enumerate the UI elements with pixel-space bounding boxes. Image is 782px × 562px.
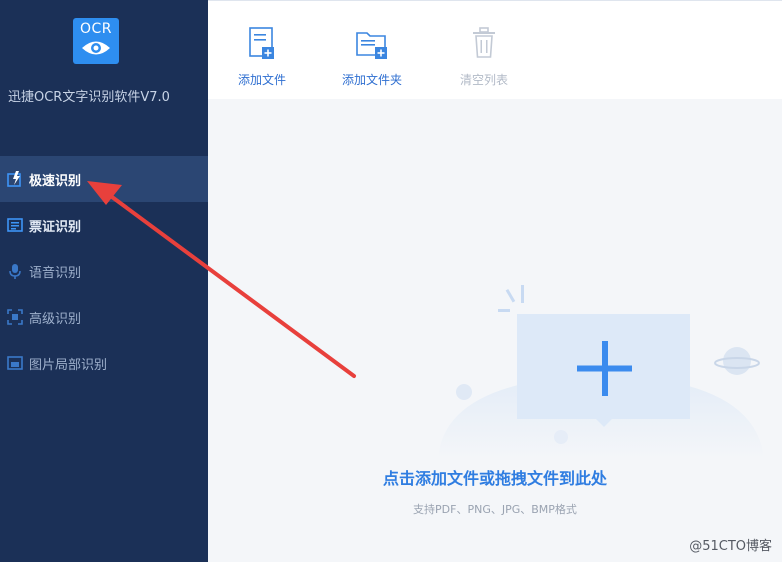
add-file-button[interactable]: 添加文件	[222, 25, 302, 88]
drop-zone-subtitle: 支持PDF、PNG、JPG、BMP格式	[413, 503, 577, 516]
drop-zone-illustration	[438, 285, 764, 459]
eye-icon	[82, 41, 110, 55]
add-file-label: 添加文件	[237, 73, 286, 87]
sidebar-item-label: 语音识别	[29, 265, 82, 281]
advanced-scan-icon	[7, 309, 23, 325]
fast-recognition-icon	[7, 171, 23, 187]
add-folder-button[interactable]: 添加文件夹	[332, 25, 412, 88]
app-logo: OCR	[73, 18, 119, 64]
watermark-text: @51CTO博客	[689, 539, 772, 554]
sidebar-item-fast-recognition[interactable]: 极速识别	[0, 156, 208, 202]
add-file-icon	[249, 27, 274, 59]
sidebar-item-label: 高级识别	[29, 311, 82, 327]
clear-list-label: 清空列表	[459, 73, 508, 87]
sidebar-item-advanced-recognition[interactable]: 高级识别	[0, 294, 208, 340]
sidebar-item-label: 极速识别	[29, 173, 82, 189]
image-partial-icon	[7, 355, 23, 371]
sidebar: OCR 迅捷OCR文字识别软件V7.0 极速识别 票证识别 语音识别 高级识别 …	[0, 0, 208, 562]
sidebar-item-label: 票证识别	[29, 219, 82, 235]
add-folder-icon	[356, 32, 387, 59]
sidebar-item-ticket-recognition[interactable]: 票证识别	[0, 202, 208, 248]
drop-zone-title: 点击添加文件或拖拽文件到此处	[382, 469, 607, 488]
sidebar-nav: 极速识别 票证识别 语音识别 高级识别 图片局部识别	[0, 156, 208, 386]
trash-icon	[473, 27, 495, 58]
clear-list-button[interactable]: 清空列表	[444, 25, 524, 88]
app-title: 迅捷OCR文字识别软件V7.0	[8, 90, 170, 105]
microphone-icon	[7, 263, 23, 279]
add-folder-label: 添加文件夹	[341, 73, 402, 87]
sidebar-item-voice-recognition[interactable]: 语音识别	[0, 248, 208, 294]
toolbar: 添加文件 添加文件夹 清空列表	[208, 0, 782, 99]
logo-text: OCR	[79, 21, 113, 37]
sidebar-item-label: 图片局部识别	[29, 357, 108, 373]
file-drop-zone[interactable]: 点击添加文件或拖拽文件到此处 支持PDF、PNG、JPG、BMP格式	[208, 99, 782, 562]
sidebar-item-image-partial-recognition[interactable]: 图片局部识别	[0, 340, 208, 386]
ticket-recognition-icon	[7, 217, 23, 233]
